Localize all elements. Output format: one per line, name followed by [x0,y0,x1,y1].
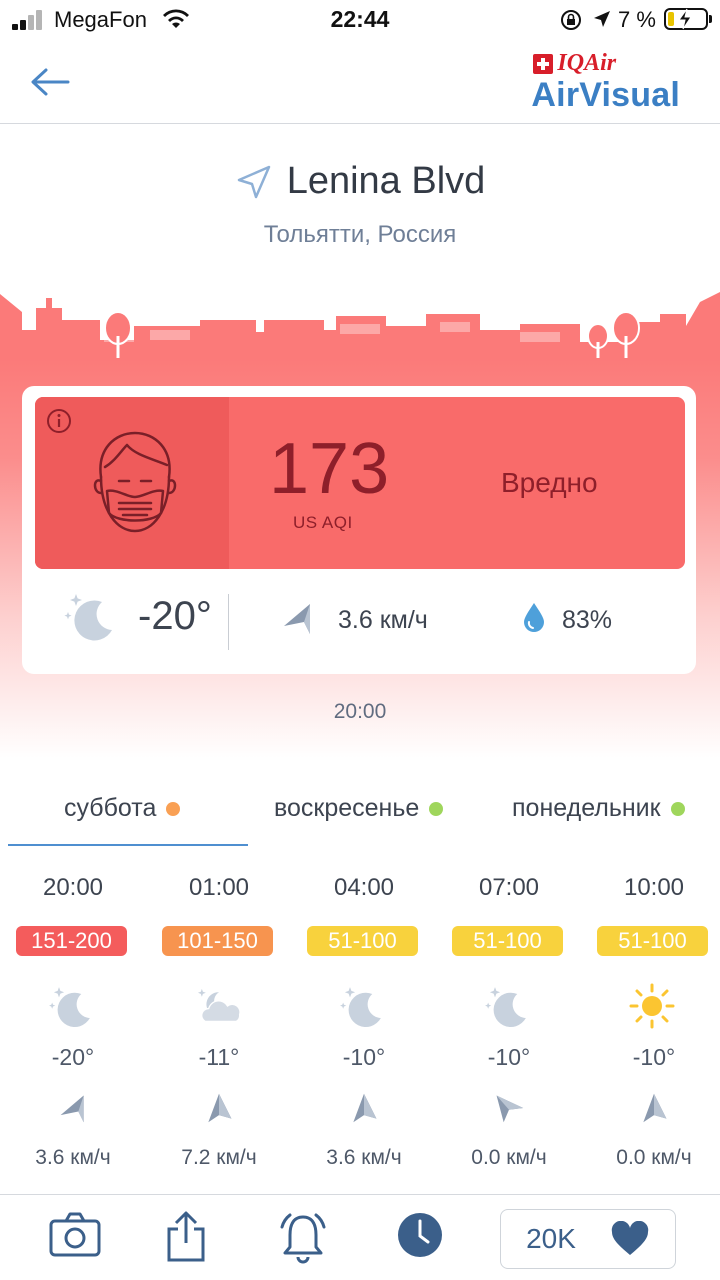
forecast-wind: 0.0 км/ч [616,1146,692,1169]
tab-active-indicator [8,844,248,846]
aqi-range-badge: 151-200 [16,926,127,956]
face-mask-icon [93,431,177,533]
moon-stars-icon [64,594,112,641]
forecast-temperature: -20° [51,1044,95,1070]
alarm-bell-icon[interactable] [276,1209,330,1265]
forecast-time: 01:00 [188,874,250,901]
tab-monday[interactable]: понедельник [512,794,685,823]
forecast-wind: 7.2 км/ч [181,1146,257,1169]
current-temperature: -20° [138,594,212,638]
location-subtitle: Тольятти, Россия [263,221,457,248]
location-services-icon [594,11,610,27]
wind-direction-icon [208,1093,232,1123]
tab-aqi-dot [429,801,444,816]
aqi-status: Вредно [501,467,598,498]
wind-direction-icon [643,1093,667,1123]
wind-direction-icon [60,1095,84,1123]
update-time: 20:00 [333,700,387,723]
share-icon[interactable] [164,1209,208,1263]
forecast-wind: 3.6 км/ч [35,1146,111,1169]
moon-stars-icon [485,987,526,1027]
aqi-value: 173 [269,429,390,509]
airvisual-logo: IQAir AirVisual [531,50,680,113]
camera-icon[interactable] [48,1209,102,1261]
rotation-lock-icon [561,10,581,30]
forecast-wind: 3.6 км/ч [326,1146,402,1169]
clock: 22:44 [330,6,390,32]
tab-aqi-dot [670,801,685,816]
humidity-drop-icon [524,603,544,632]
forecast-column: 10:00 51-100 -10° 0.0 км/ч [581,860,720,1180]
tab-label: воскресенье [274,794,420,822]
logo-product: AirVisual [531,76,680,114]
location-header: Lenina Blvd Тольятти, Россия [0,160,720,249]
current-wind: 3.6 км/ч [338,606,428,634]
battery-percent: 7 % [618,7,656,32]
forecast-column: 01:00 101-150 -11° 7.2 км/ч [146,860,292,1180]
forecast-column: 20:00 151-200 -20° 3.6 км/ч [0,860,146,1180]
hourly-forecast[interactable]: 20:00 151-200 -20° 3.6 км/ч 01:00 101-15… [0,860,720,1180]
forecast-time: 04:00 [333,874,395,901]
forecast-temperature: -10° [487,1044,531,1070]
cloudy-night-icon [197,988,241,1023]
forecast-temperature: -10° [342,1044,386,1070]
moon-stars-icon [340,987,381,1027]
aqi-range-badge: 51-100 [307,926,418,956]
forecast-column: 04:00 51-100 -10° 3.6 км/ч [291,860,437,1180]
aqi-range-badge: 51-100 [597,926,708,956]
tab-aqi-dot [166,801,181,816]
status-bar: MegaFon 22:44 7 % [0,0,720,40]
city-skyline-illustration [0,292,720,360]
current-humidity: 83% [562,606,613,634]
current-weather-row: -20° 3.6 км/ч 83% [22,576,696,666]
bottom-toolbar: 20K [0,1194,720,1280]
forecast-time: 07:00 [478,874,540,901]
aqi-card[interactable]: 173 US AQI Вредно -20° 3.6 км/ч 83% [22,386,696,674]
wind-direction-icon [284,604,310,634]
weather-divider [228,594,229,650]
tab-label: суббота [64,794,157,822]
aqi-unit: US AQI [293,513,353,532]
aqi-panel: 173 US AQI Вредно [35,397,685,569]
forecast-temperature: -10° [632,1044,676,1070]
location-arrow-icon [237,165,270,198]
sun-icon [629,983,675,1029]
wind-direction-icon [353,1093,377,1123]
battery-icon [664,8,712,30]
tab-label: понедельник [512,794,661,822]
day-tabs: суббота воскресенье понедельник [0,780,720,848]
aqi-range-badge: 51-100 [452,926,563,956]
tab-sunday[interactable]: воскресенье [274,794,444,823]
aqi-range-badge: 101-150 [162,926,273,956]
location-name: Lenina Blvd [286,160,486,202]
forecast-column: 07:00 51-100 -10° 0.0 км/ч [436,860,582,1180]
forecast-time: 10:00 [623,874,685,901]
moon-stars-icon [49,987,90,1027]
forecast-time: 20:00 [42,874,104,901]
logo-brand: IQAir [557,50,617,76]
heart-icon [611,1221,649,1255]
wind-direction-icon [496,1095,524,1123]
clock-history-icon[interactable] [396,1209,444,1261]
like-button[interactable]: 20K [500,1209,676,1269]
tab-saturday[interactable]: суббота [64,794,181,823]
forecast-temperature: -11° [198,1044,240,1070]
back-arrow-icon[interactable] [26,62,74,102]
nav-bar: IQAir AirVisual [0,40,720,124]
swiss-flag-icon [533,53,554,74]
aqi-face-box [35,397,229,569]
forecast-wind: 0.0 км/ч [471,1146,547,1169]
info-icon[interactable] [45,407,73,435]
like-count: 20K [526,1223,576,1254]
